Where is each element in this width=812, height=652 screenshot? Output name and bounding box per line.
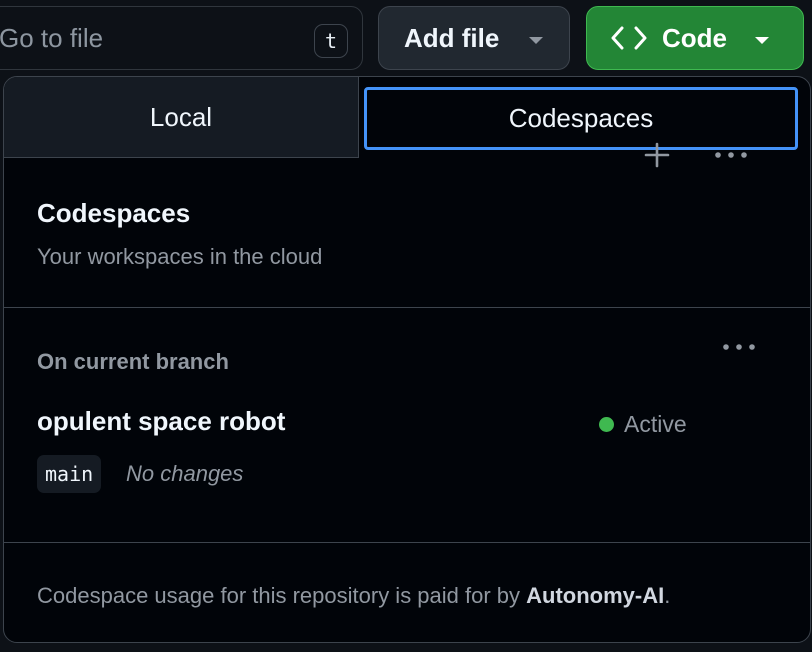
add-file-button[interactable]: Add file	[378, 6, 570, 70]
current-branch-section-label: On current branch	[37, 349, 229, 374]
status-badge: Active	[599, 411, 687, 438]
billing-org: Autonomy-AI	[526, 583, 665, 608]
codespaces-subtitle: Your workspaces in the cloud	[37, 244, 323, 269]
kebab-horizontal-icon[interactable]	[716, 333, 762, 361]
billing-note-suffix: .	[664, 583, 671, 608]
code-button[interactable]: Code	[586, 6, 804, 70]
active-status-dot-icon	[599, 417, 614, 432]
code-brackets-icon	[611, 26, 647, 50]
plus-icon[interactable]	[640, 138, 674, 172]
kebab-horizontal-icon[interactable]	[708, 141, 754, 169]
triangle-down-icon	[529, 37, 543, 44]
tab-bar: Local Codespaces	[4, 77, 810, 158]
billing-note: Codespace usage for this repository is p…	[37, 583, 670, 609]
go-to-file-placeholder: Go to file	[0, 23, 104, 53]
clone-dropdown-panel: Local Codespaces Codespaces Your workspa…	[3, 76, 811, 643]
codespaces-header: Codespaces Your workspaces in the cloud	[4, 158, 810, 308]
billing-note-prefix: Codespace usage for this repository is p…	[37, 583, 527, 608]
keyboard-shortcut-hint: t	[314, 24, 348, 58]
add-file-label: Add file	[404, 22, 500, 53]
codespaces-title: Codespaces	[37, 198, 191, 228]
billing-footer: Codespace usage for this repository is p…	[4, 542, 810, 642]
go-to-file-input[interactable]: Go to file t	[0, 6, 363, 70]
code-button-label: Code	[662, 23, 727, 53]
codespace-name[interactable]: opulent space robot	[37, 406, 285, 437]
branch-name-badge: main	[37, 455, 102, 493]
changes-text: No changes	[126, 461, 244, 486]
triangle-down-icon	[755, 37, 769, 44]
tab-local[interactable]: Local	[4, 77, 359, 158]
status-text: Active	[624, 411, 687, 437]
